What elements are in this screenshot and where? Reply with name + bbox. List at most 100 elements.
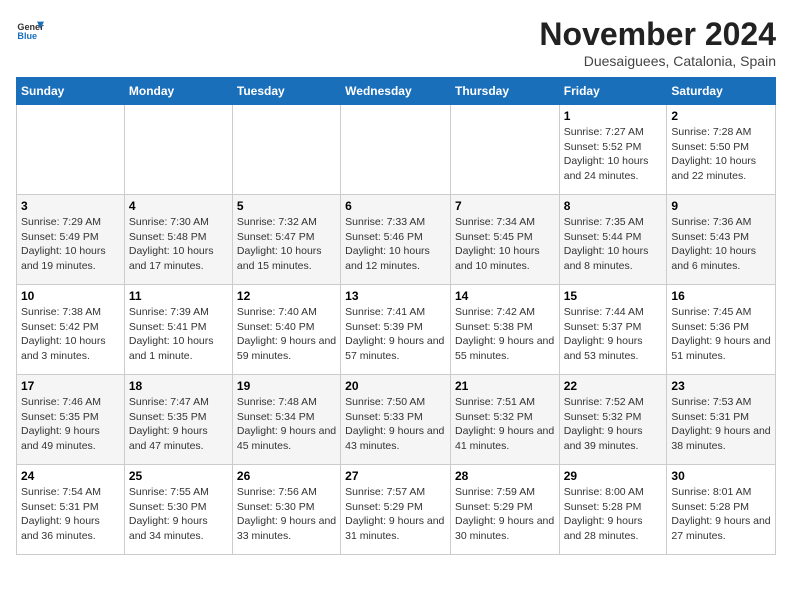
weekday-sunday: Sunday bbox=[17, 78, 125, 105]
weekday-tuesday: Tuesday bbox=[232, 78, 340, 105]
day-number: 7 bbox=[455, 199, 555, 213]
location: Duesaiguees, Catalonia, Spain bbox=[539, 53, 776, 69]
day-info: Sunrise: 7:44 AM Sunset: 5:37 PM Dayligh… bbox=[564, 305, 663, 364]
week-row-1: 1 Sunrise: 7:27 AM Sunset: 5:52 PM Daylig… bbox=[17, 105, 776, 195]
calendar-cell: 27 Sunrise: 7:57 AM Sunset: 5:29 PM Dayli… bbox=[341, 465, 451, 555]
day-info: Sunrise: 7:39 AM Sunset: 5:41 PM Dayligh… bbox=[129, 305, 228, 364]
calendar-cell: 8 Sunrise: 7:35 AM Sunset: 5:44 PM Daylig… bbox=[559, 195, 667, 285]
day-number: 14 bbox=[455, 289, 555, 303]
calendar-cell: 3 Sunrise: 7:29 AM Sunset: 5:49 PM Daylig… bbox=[17, 195, 125, 285]
weekday-saturday: Saturday bbox=[667, 78, 776, 105]
day-info: Sunrise: 7:57 AM Sunset: 5:29 PM Dayligh… bbox=[345, 485, 446, 544]
day-number: 16 bbox=[671, 289, 771, 303]
calendar-cell bbox=[450, 105, 559, 195]
calendar-cell: 6 Sunrise: 7:33 AM Sunset: 5:46 PM Daylig… bbox=[341, 195, 451, 285]
day-number: 30 bbox=[671, 469, 771, 483]
day-info: Sunrise: 7:55 AM Sunset: 5:30 PM Dayligh… bbox=[129, 485, 228, 544]
calendar-cell bbox=[17, 105, 125, 195]
day-info: Sunrise: 7:41 AM Sunset: 5:39 PM Dayligh… bbox=[345, 305, 446, 364]
weekday-wednesday: Wednesday bbox=[341, 78, 451, 105]
day-info: Sunrise: 7:42 AM Sunset: 5:38 PM Dayligh… bbox=[455, 305, 555, 364]
calendar-cell: 16 Sunrise: 7:45 AM Sunset: 5:36 PM Dayli… bbox=[667, 285, 776, 375]
calendar-cell: 2Sunrise: 7:28 AM Sunset: 5:50 PM Daylig… bbox=[667, 105, 776, 195]
logo: General Blue bbox=[16, 16, 44, 44]
calendar-cell bbox=[232, 105, 340, 195]
calendar-cell: 9 Sunrise: 7:36 AM Sunset: 5:43 PM Daylig… bbox=[667, 195, 776, 285]
day-number: 15 bbox=[564, 289, 663, 303]
calendar-cell: 30Sunrise: 8:01 AM Sunset: 5:28 PM Dayli… bbox=[667, 465, 776, 555]
day-number: 26 bbox=[237, 469, 336, 483]
day-number: 27 bbox=[345, 469, 446, 483]
day-info: Sunrise: 7:38 AM Sunset: 5:42 PM Dayligh… bbox=[21, 305, 120, 364]
day-number: 29 bbox=[564, 469, 663, 483]
calendar-cell: 15 Sunrise: 7:44 AM Sunset: 5:37 PM Dayli… bbox=[559, 285, 667, 375]
calendar-cell: 22 Sunrise: 7:52 AM Sunset: 5:32 PM Dayli… bbox=[559, 375, 667, 465]
day-number: 12 bbox=[237, 289, 336, 303]
day-number: 2 bbox=[671, 109, 771, 123]
weekday-header-row: SundayMondayTuesdayWednesdayThursdayFrid… bbox=[17, 78, 776, 105]
day-info: Sunrise: 7:56 AM Sunset: 5:30 PM Dayligh… bbox=[237, 485, 336, 544]
day-number: 5 bbox=[237, 199, 336, 213]
day-info: Sunrise: 7:48 AM Sunset: 5:34 PM Dayligh… bbox=[237, 395, 336, 454]
day-number: 28 bbox=[455, 469, 555, 483]
day-info: Sunrise: 7:36 AM Sunset: 5:43 PM Dayligh… bbox=[671, 215, 771, 274]
day-info: Sunrise: 7:30 AM Sunset: 5:48 PM Dayligh… bbox=[129, 215, 228, 274]
day-number: 3 bbox=[21, 199, 120, 213]
day-number: 22 bbox=[564, 379, 663, 393]
calendar-cell: 7 Sunrise: 7:34 AM Sunset: 5:45 PM Daylig… bbox=[450, 195, 559, 285]
day-info: Sunrise: 7:52 AM Sunset: 5:32 PM Dayligh… bbox=[564, 395, 663, 454]
title-block: November 2024 Duesaiguees, Catalonia, Sp… bbox=[539, 16, 776, 69]
day-info: Sunrise: 7:54 AM Sunset: 5:31 PM Dayligh… bbox=[21, 485, 120, 544]
day-info: Sunrise: 7:47 AM Sunset: 5:35 PM Dayligh… bbox=[129, 395, 228, 454]
day-number: 6 bbox=[345, 199, 446, 213]
day-info: Sunrise: 7:50 AM Sunset: 5:33 PM Dayligh… bbox=[345, 395, 446, 454]
day-info: Sunrise: 7:53 AM Sunset: 5:31 PM Dayligh… bbox=[671, 395, 771, 454]
week-row-2: 3 Sunrise: 7:29 AM Sunset: 5:49 PM Daylig… bbox=[17, 195, 776, 285]
calendar-cell: 17 Sunrise: 7:46 AM Sunset: 5:35 PM Dayli… bbox=[17, 375, 125, 465]
calendar-cell: 1 Sunrise: 7:27 AM Sunset: 5:52 PM Daylig… bbox=[559, 105, 667, 195]
calendar-cell: 26 Sunrise: 7:56 AM Sunset: 5:30 PM Dayli… bbox=[232, 465, 340, 555]
day-info: Sunrise: 7:32 AM Sunset: 5:47 PM Dayligh… bbox=[237, 215, 336, 274]
day-info: Sunrise: 7:27 AM Sunset: 5:52 PM Dayligh… bbox=[564, 125, 663, 184]
day-info: Sunrise: 8:00 AM Sunset: 5:28 PM Dayligh… bbox=[564, 485, 663, 544]
day-number: 1 bbox=[564, 109, 663, 123]
calendar-cell: 4 Sunrise: 7:30 AM Sunset: 5:48 PM Daylig… bbox=[124, 195, 232, 285]
day-info: Sunrise: 7:34 AM Sunset: 5:45 PM Dayligh… bbox=[455, 215, 555, 274]
day-info: Sunrise: 7:45 AM Sunset: 5:36 PM Dayligh… bbox=[671, 305, 771, 364]
day-number: 13 bbox=[345, 289, 446, 303]
calendar-cell: 21 Sunrise: 7:51 AM Sunset: 5:32 PM Dayli… bbox=[450, 375, 559, 465]
calendar-cell: 18 Sunrise: 7:47 AM Sunset: 5:35 PM Dayli… bbox=[124, 375, 232, 465]
day-number: 10 bbox=[21, 289, 120, 303]
day-info: Sunrise: 7:33 AM Sunset: 5:46 PM Dayligh… bbox=[345, 215, 446, 274]
day-info: Sunrise: 7:46 AM Sunset: 5:35 PM Dayligh… bbox=[21, 395, 120, 454]
day-number: 18 bbox=[129, 379, 228, 393]
day-number: 25 bbox=[129, 469, 228, 483]
calendar-cell: 23 Sunrise: 7:53 AM Sunset: 5:31 PM Dayli… bbox=[667, 375, 776, 465]
day-number: 24 bbox=[21, 469, 120, 483]
logo-icon: General Blue bbox=[16, 16, 44, 44]
calendar-cell: 13 Sunrise: 7:41 AM Sunset: 5:39 PM Dayli… bbox=[341, 285, 451, 375]
week-row-3: 10 Sunrise: 7:38 AM Sunset: 5:42 PM Dayli… bbox=[17, 285, 776, 375]
day-number: 23 bbox=[671, 379, 771, 393]
calendar-cell bbox=[341, 105, 451, 195]
calendar-cell: 19Sunrise: 7:48 AM Sunset: 5:34 PM Dayli… bbox=[232, 375, 340, 465]
day-info: Sunrise: 7:35 AM Sunset: 5:44 PM Dayligh… bbox=[564, 215, 663, 274]
weekday-monday: Monday bbox=[124, 78, 232, 105]
calendar-cell: 28Sunrise: 7:59 AM Sunset: 5:29 PM Dayli… bbox=[450, 465, 559, 555]
weekday-friday: Friday bbox=[559, 78, 667, 105]
calendar-cell: 25 Sunrise: 7:55 AM Sunset: 5:30 PM Dayli… bbox=[124, 465, 232, 555]
calendar-cell: 10 Sunrise: 7:38 AM Sunset: 5:42 PM Dayli… bbox=[17, 285, 125, 375]
day-info: Sunrise: 7:29 AM Sunset: 5:49 PM Dayligh… bbox=[21, 215, 120, 274]
day-number: 4 bbox=[129, 199, 228, 213]
day-number: 20 bbox=[345, 379, 446, 393]
day-info: Sunrise: 7:51 AM Sunset: 5:32 PM Dayligh… bbox=[455, 395, 555, 454]
calendar-table: SundayMondayTuesdayWednesdayThursdayFrid… bbox=[16, 77, 776, 555]
calendar-cell: 24 Sunrise: 7:54 AM Sunset: 5:31 PM Dayli… bbox=[17, 465, 125, 555]
svg-text:Blue: Blue bbox=[17, 31, 37, 41]
calendar-cell: 5 Sunrise: 7:32 AM Sunset: 5:47 PM Daylig… bbox=[232, 195, 340, 285]
day-number: 11 bbox=[129, 289, 228, 303]
day-number: 8 bbox=[564, 199, 663, 213]
day-number: 9 bbox=[671, 199, 771, 213]
day-number: 21 bbox=[455, 379, 555, 393]
day-number: 17 bbox=[21, 379, 120, 393]
